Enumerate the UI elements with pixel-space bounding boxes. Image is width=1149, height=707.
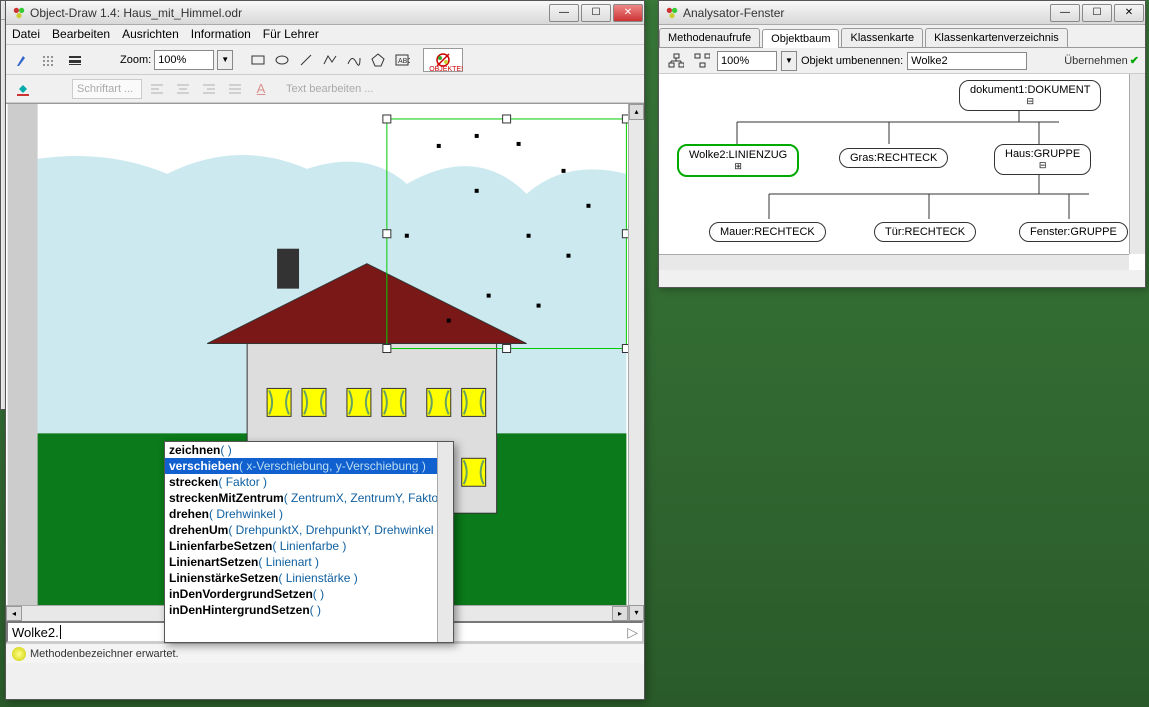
zoom-select[interactable]: 100%: [154, 50, 214, 70]
text-color-icon: A: [250, 78, 272, 100]
line-tool[interactable]: [295, 49, 317, 71]
tab-klassenkarte[interactable]: Klassenkarte: [841, 28, 923, 47]
node-tuer[interactable]: Tür:RECHTECK: [874, 222, 976, 242]
tab-objektbaum[interactable]: Objektbaum: [762, 29, 839, 48]
text-edit-label: Text bearbeiten ...: [286, 83, 373, 95]
statusbar: Methodenbezeichner erwartet.: [6, 643, 644, 663]
menu-information[interactable]: Information: [191, 27, 251, 42]
tab-methodenaufrufe[interactable]: Methodenaufrufe: [659, 28, 760, 47]
align-justify-icon: [224, 78, 246, 100]
app-icon: [665, 6, 679, 20]
method-item[interactable]: LinienartSetzen( Linienart ): [165, 554, 453, 570]
analyzer-title: Analysator-Fenster: [683, 6, 1049, 20]
tree-hscroll[interactable]: [659, 254, 1129, 270]
tabs: Methodenaufrufe Objektbaum Klassenkarte …: [659, 25, 1145, 48]
zoom-dropdown[interactable]: ▼: [217, 50, 233, 70]
tab-klassenkartenverzeichnis[interactable]: Klassenkartenverzeichnis: [925, 28, 1068, 47]
menu-lehrer[interactable]: Für Lehrer: [263, 27, 319, 42]
main-toolbar: Zoom: 100% ▼ ABC OBJEKTE!: [6, 45, 644, 75]
bulb-icon: [12, 647, 26, 661]
check-icon: ✔: [1130, 54, 1139, 67]
brush-icon[interactable]: [12, 49, 34, 71]
node-fenster[interactable]: Fenster:GRUPPE: [1019, 222, 1128, 242]
minimize-button[interactable]: —: [1050, 4, 1080, 22]
node-wolke2[interactable]: Wolke2:LINIENZUG⊞: [677, 144, 799, 177]
fill-icon[interactable]: [12, 78, 34, 100]
app-icon: [12, 6, 26, 20]
menu-bearbeiten[interactable]: Bearbeiten: [52, 27, 110, 42]
dash-icon[interactable]: [38, 49, 60, 71]
polyline-tool[interactable]: [319, 49, 341, 71]
close-button[interactable]: ✕: [613, 4, 643, 22]
method-popup[interactable]: zeichnen( )verschieben( x-Verschiebung, …: [164, 441, 454, 643]
menu-datei[interactable]: Datei: [12, 27, 40, 42]
tree-zoom-dd[interactable]: ▼: [781, 51, 797, 71]
zoom-label: Zoom:: [120, 54, 151, 66]
node-mauer[interactable]: Mauer:RECHTECK: [709, 222, 826, 242]
status-text: Methodenbezeichner erwartet.: [30, 648, 179, 660]
rename-bar: 100% ▼ Objekt umbenennen: Wolke2 Überneh…: [659, 48, 1145, 74]
svg-text:ABC: ABC: [398, 58, 410, 65]
method-item[interactable]: LinienstärkeSetzen( Linienstärke ): [165, 570, 453, 586]
tree-zoom[interactable]: 100%: [717, 51, 777, 71]
method-item[interactable]: zeichnen( ): [165, 442, 453, 458]
text-cursor: [60, 625, 61, 639]
method-item[interactable]: streckenMitZentrum( ZentrumX, ZentrumY, …: [165, 490, 453, 506]
tree-icon[interactable]: [665, 50, 687, 72]
method-item[interactable]: drehen( Drehwinkel ): [165, 506, 453, 522]
lines-icon[interactable]: [64, 49, 86, 71]
rename-input[interactable]: Wolke2: [907, 52, 1027, 70]
align-left-icon: [146, 78, 168, 100]
text-tool[interactable]: ABC: [391, 49, 413, 71]
curve-tool[interactable]: [343, 49, 365, 71]
tree2-icon[interactable]: [691, 50, 713, 72]
main-titlebar[interactable]: Object-Draw 1.4: Haus_mit_Himmel.odr — ☐…: [6, 1, 644, 25]
menubar: Datei Bearbeiten Ausrichten Information …: [6, 25, 644, 45]
rename-label: Objekt umbenennen:: [801, 55, 903, 67]
main-title: Object-Draw 1.4: Haus_mit_Himmel.odr: [30, 6, 548, 20]
method-item[interactable]: LinienfarbeSetzen( Linienfarbe ): [165, 538, 453, 554]
method-item[interactable]: inDenVordergrundSetzen( ): [165, 586, 453, 602]
close-button[interactable]: ✕: [1114, 4, 1144, 22]
analyzer-window: Analysator-Fenster — ☐ ✕ Methodenaufrufe…: [658, 0, 1146, 288]
maximize-button[interactable]: ☐: [1082, 4, 1112, 22]
method-item[interactable]: drehenUm( DrehpunktX, DrehpunktY, Drehwi…: [165, 522, 453, 538]
object-tree[interactable]: dokument1:DOKUMENT⊟ Wolke2:LINIENZUG⊞ Gr…: [659, 74, 1145, 270]
objekte-label: OBJEKTE!: [429, 66, 463, 73]
execute-icon[interactable]: ▷: [627, 624, 638, 641]
method-item[interactable]: verschieben( x-Verschiebung, y-Verschieb…: [165, 458, 453, 474]
ellipse-tool[interactable]: [271, 49, 293, 71]
text-toolbar: Schriftart ... A Text bearbeiten ...: [6, 75, 644, 103]
popup-scroll[interactable]: [437, 442, 453, 642]
menu-ausrichten[interactable]: Ausrichten: [122, 27, 179, 42]
vscroll[interactable]: ▴▾: [628, 104, 644, 621]
apply-button[interactable]: Übernehmen✔: [1064, 54, 1139, 67]
align-center-icon: [172, 78, 194, 100]
align-right-icon: [198, 78, 220, 100]
polygon-tool[interactable]: [367, 49, 389, 71]
node-haus[interactable]: Haus:GRUPPE⊟: [994, 144, 1091, 175]
minimize-button[interactable]: —: [549, 4, 579, 22]
method-item[interactable]: inDenHintergrundSetzen( ): [165, 602, 453, 618]
main-window: Object-Draw 1.4: Haus_mit_Himmel.odr — ☐…: [5, 0, 645, 700]
node-dokument[interactable]: dokument1:DOKUMENT⊟: [959, 80, 1101, 111]
method-item[interactable]: strecken( Faktor ): [165, 474, 453, 490]
rect-tool[interactable]: [247, 49, 269, 71]
input-text: Wolke2.: [12, 625, 59, 640]
analyzer-titlebar[interactable]: Analysator-Fenster — ☐ ✕: [659, 1, 1145, 25]
tree-vscroll[interactable]: [1129, 74, 1145, 254]
font-select[interactable]: Schriftart ...: [72, 79, 142, 99]
maximize-button[interactable]: ☐: [581, 4, 611, 22]
node-gras[interactable]: Gras:RECHTECK: [839, 148, 948, 168]
